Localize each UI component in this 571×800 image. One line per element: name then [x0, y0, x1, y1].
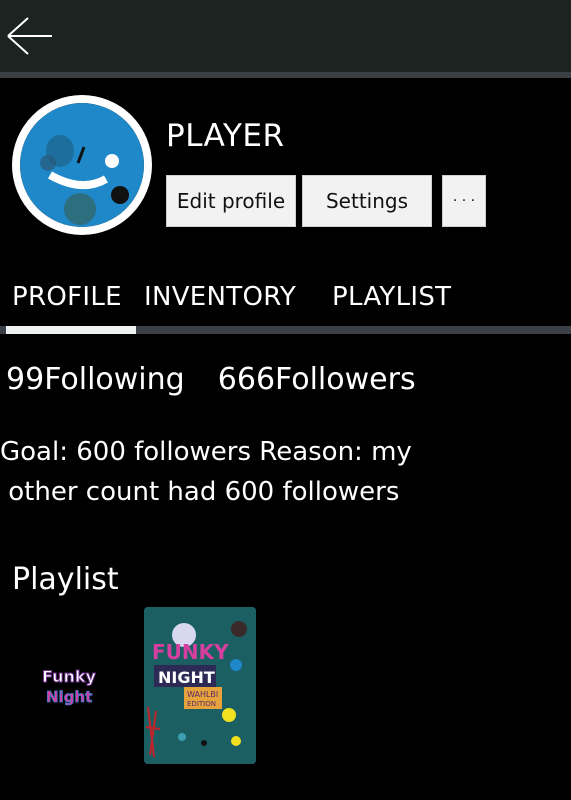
following-stat[interactable]: 99Following	[6, 362, 185, 397]
edit-profile-button[interactable]: Edit profile	[166, 175, 296, 227]
playlist-item-logo[interactable]: Funky Night	[36, 660, 102, 712]
followers-stat[interactable]: 666Followers	[218, 362, 416, 397]
username: PLAYER	[166, 118, 285, 154]
tab-inventory[interactable]: INVENTORY	[144, 282, 296, 312]
playlist-logo-top: Funky	[42, 667, 97, 686]
follow-stats: 99Following 666Followers	[6, 362, 416, 397]
cover-subtitle-bottom: EDITION	[187, 700, 216, 708]
svg-text:Funky: Funky	[42, 667, 97, 686]
top-bar	[0, 0, 571, 72]
playlist-heading: Playlist	[12, 562, 119, 597]
bio-line: Goal: 600 followers Reason: my	[0, 437, 412, 467]
playlist-item-cover[interactable]: FUNKY NIGHT WAHLBI EDITION	[144, 607, 256, 764]
svg-text:Night: Night	[46, 688, 92, 706]
svg-text:NIGHT: NIGHT	[158, 668, 215, 687]
avatar[interactable]	[12, 95, 152, 235]
more-options-button[interactable]: · · ·	[442, 175, 486, 227]
followers-count: 666	[217, 362, 276, 397]
svg-text:FUNKY: FUNKY	[152, 640, 229, 664]
cover-subtitle-top: WAHLBI	[187, 690, 218, 699]
profile-tabs: PROFILE INVENTORY PLAYLIST	[0, 282, 571, 322]
tab-profile[interactable]: PROFILE	[12, 282, 122, 312]
cover-title-top: FUNKY	[152, 640, 229, 664]
tab-playlist[interactable]: PLAYLIST	[332, 282, 451, 312]
active-tab-indicator	[6, 326, 136, 334]
top-bar-divider	[0, 72, 571, 78]
arrow-left-icon[interactable]	[4, 14, 56, 58]
avatar-image	[20, 103, 144, 227]
playlist-logo-bottom: Night	[46, 688, 92, 706]
bio-line: other count had 600 followers	[0, 477, 400, 507]
following-count: 99	[6, 362, 45, 397]
cover-title-bottom: NIGHT	[158, 668, 215, 687]
settings-button[interactable]: Settings	[302, 175, 432, 227]
svg-text:EDITION: EDITION	[187, 700, 216, 708]
svg-text:WAHLBI: WAHLBI	[187, 690, 218, 699]
followers-label: Followers	[275, 362, 416, 397]
profile-bio: Goal: 600 followers Reason: my other cou…	[0, 432, 480, 512]
following-label: Following	[44, 362, 185, 397]
